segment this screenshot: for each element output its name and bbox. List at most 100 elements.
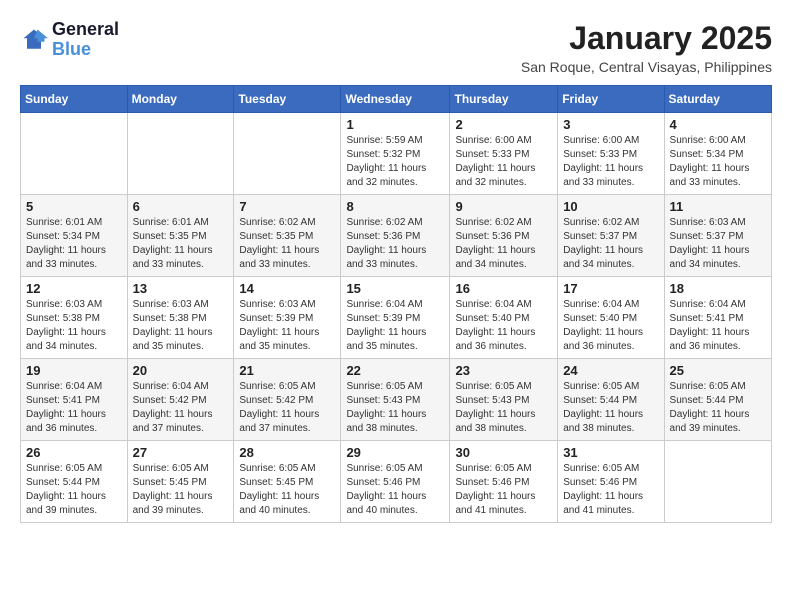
day-number: 19 [26, 363, 122, 378]
day-number: 30 [455, 445, 552, 460]
day-number: 17 [563, 281, 658, 296]
day-info: Sunrise: 6:04 AM Sunset: 5:40 PM Dayligh… [455, 298, 552, 354]
day-number: 21 [239, 363, 335, 378]
day-info: Sunrise: 6:00 AM Sunset: 5:33 PM Dayligh… [563, 134, 658, 190]
day-number: 7 [239, 199, 335, 214]
week-row-3: 12Sunrise: 6:03 AM Sunset: 5:38 PM Dayli… [21, 277, 772, 359]
day-info: Sunrise: 6:01 AM Sunset: 5:34 PM Dayligh… [26, 216, 122, 272]
day-info: Sunrise: 6:03 AM Sunset: 5:38 PM Dayligh… [133, 298, 229, 354]
day-number: 4 [670, 117, 766, 132]
day-number: 27 [133, 445, 229, 460]
day-number: 8 [346, 199, 444, 214]
day-cell: 21 Sunrise: 6:05 AM Sunset: 5:42 PM Dayli… [234, 359, 341, 441]
day-cell: 19 Sunrise: 6:04 AM Sunset: 5:41 PM Dayli… [21, 359, 128, 441]
day-number: 25 [670, 363, 766, 378]
day-cell: 27 Sunrise: 6:05 AM Sunset: 5:45 PM Dayli… [127, 441, 234, 523]
logo-text: General Blue [52, 20, 119, 60]
calendar-body: 1 Sunrise: 5:59 AM Sunset: 5:32 PM Daylig… [21, 113, 772, 523]
day-info: Sunrise: 6:05 AM Sunset: 5:44 PM Dayligh… [670, 380, 766, 436]
week-row-4: 19 Sunrise: 6:04 AM Sunset: 5:41 PM Dayli… [21, 359, 772, 441]
day-info: Sunrise: 6:05 AM Sunset: 5:45 PM Dayligh… [133, 462, 229, 518]
day-info: Sunrise: 6:02 AM Sunset: 5:36 PM Dayligh… [455, 216, 552, 272]
day-info: Sunrise: 6:01 AM Sunset: 5:35 PM Dayligh… [133, 216, 229, 272]
day-number: 16 [455, 281, 552, 296]
weekday-header-wednesday: Wednesday [341, 86, 450, 113]
day-number: 10 [563, 199, 658, 214]
day-info: Sunrise: 6:03 AM Sunset: 5:37 PM Dayligh… [670, 216, 766, 272]
day-info: Sunrise: 6:02 AM Sunset: 5:36 PM Dayligh… [346, 216, 444, 272]
day-info: Sunrise: 6:05 AM Sunset: 5:44 PM Dayligh… [26, 462, 122, 518]
weekday-header-row: SundayMondayTuesdayWednesdayThursdayFrid… [21, 86, 772, 113]
logo-line2: Blue [52, 40, 119, 60]
day-cell: 10 Sunrise: 6:02 AM Sunset: 5:37 PM Dayli… [558, 195, 664, 277]
calendar: SundayMondayTuesdayWednesdayThursdayFrid… [20, 85, 772, 523]
day-info: Sunrise: 6:04 AM Sunset: 5:39 PM Dayligh… [346, 298, 444, 354]
calendar-header: SundayMondayTuesdayWednesdayThursdayFrid… [21, 86, 772, 113]
logo-icon [20, 26, 48, 54]
day-cell: 26 Sunrise: 6:05 AM Sunset: 5:44 PM Dayli… [21, 441, 128, 523]
day-number: 26 [26, 445, 122, 460]
day-cell: 9 Sunrise: 6:02 AM Sunset: 5:36 PM Daylig… [450, 195, 558, 277]
day-cell: 4 Sunrise: 6:00 AM Sunset: 5:34 PM Daylig… [664, 113, 771, 195]
day-number: 18 [670, 281, 766, 296]
day-info: Sunrise: 6:05 AM Sunset: 5:42 PM Dayligh… [239, 380, 335, 436]
day-number: 9 [455, 199, 552, 214]
day-cell: 12Sunrise: 6:03 AM Sunset: 5:38 PM Dayli… [21, 277, 128, 359]
day-cell: 7 Sunrise: 6:02 AM Sunset: 5:35 PM Daylig… [234, 195, 341, 277]
day-cell [127, 113, 234, 195]
day-info: Sunrise: 6:05 AM Sunset: 5:43 PM Dayligh… [346, 380, 444, 436]
day-info: Sunrise: 6:05 AM Sunset: 5:46 PM Dayligh… [563, 462, 658, 518]
day-cell: 8 Sunrise: 6:02 AM Sunset: 5:36 PM Daylig… [341, 195, 450, 277]
day-cell: 29Sunrise: 6:05 AM Sunset: 5:46 PM Dayli… [341, 441, 450, 523]
day-info: Sunrise: 6:04 AM Sunset: 5:41 PM Dayligh… [26, 380, 122, 436]
day-info: Sunrise: 5:59 AM Sunset: 5:32 PM Dayligh… [346, 134, 444, 190]
day-number: 11 [670, 199, 766, 214]
day-info: Sunrise: 6:00 AM Sunset: 5:33 PM Dayligh… [455, 134, 552, 190]
day-info: Sunrise: 6:02 AM Sunset: 5:35 PM Dayligh… [239, 216, 335, 272]
day-info: Sunrise: 6:04 AM Sunset: 5:42 PM Dayligh… [133, 380, 229, 436]
weekday-header-thursday: Thursday [450, 86, 558, 113]
logo-line1: General [52, 20, 119, 40]
day-cell: 25 Sunrise: 6:05 AM Sunset: 5:44 PM Dayli… [664, 359, 771, 441]
day-info: Sunrise: 6:05 AM Sunset: 5:46 PM Dayligh… [455, 462, 552, 518]
day-info: Sunrise: 6:00 AM Sunset: 5:34 PM Dayligh… [670, 134, 766, 190]
day-number: 28 [239, 445, 335, 460]
day-number: 5 [26, 199, 122, 214]
day-number: 1 [346, 117, 444, 132]
day-number: 20 [133, 363, 229, 378]
week-row-2: 5 Sunrise: 6:01 AM Sunset: 5:34 PM Daylig… [21, 195, 772, 277]
day-number: 15 [346, 281, 444, 296]
day-cell [234, 113, 341, 195]
day-cell: 5 Sunrise: 6:01 AM Sunset: 5:34 PM Daylig… [21, 195, 128, 277]
day-cell [21, 113, 128, 195]
day-cell: 18 Sunrise: 6:04 AM Sunset: 5:41 PM Dayli… [664, 277, 771, 359]
weekday-header-sunday: Sunday [21, 86, 128, 113]
day-number: 31 [563, 445, 658, 460]
day-info: Sunrise: 6:02 AM Sunset: 5:37 PM Dayligh… [563, 216, 658, 272]
day-info: Sunrise: 6:05 AM Sunset: 5:46 PM Dayligh… [346, 462, 444, 518]
day-cell [664, 441, 771, 523]
day-number: 6 [133, 199, 229, 214]
weekday-header-friday: Friday [558, 86, 664, 113]
day-number: 3 [563, 117, 658, 132]
logo: General Blue [20, 20, 119, 60]
day-cell: 24Sunrise: 6:05 AM Sunset: 5:44 PM Dayli… [558, 359, 664, 441]
page: General Blue January 2025 San Roque, Cen… [0, 0, 792, 612]
day-info: Sunrise: 6:05 AM Sunset: 5:45 PM Dayligh… [239, 462, 335, 518]
weekday-header-monday: Monday [127, 86, 234, 113]
day-cell: 20 Sunrise: 6:04 AM Sunset: 5:42 PM Dayli… [127, 359, 234, 441]
day-info: Sunrise: 6:05 AM Sunset: 5:43 PM Dayligh… [455, 380, 552, 436]
day-cell: 2 Sunrise: 6:00 AM Sunset: 5:33 PM Daylig… [450, 113, 558, 195]
day-info: Sunrise: 6:04 AM Sunset: 5:41 PM Dayligh… [670, 298, 766, 354]
day-number: 2 [455, 117, 552, 132]
weekday-header-tuesday: Tuesday [234, 86, 341, 113]
day-cell: 31 Sunrise: 6:05 AM Sunset: 5:46 PM Dayli… [558, 441, 664, 523]
day-info: Sunrise: 6:05 AM Sunset: 5:44 PM Dayligh… [563, 380, 658, 436]
month-title: January 2025 [521, 20, 772, 57]
day-cell: 6 Sunrise: 6:01 AM Sunset: 5:35 PM Daylig… [127, 195, 234, 277]
day-cell: 23Sunrise: 6:05 AM Sunset: 5:43 PM Dayli… [450, 359, 558, 441]
day-number: 14 [239, 281, 335, 296]
day-cell: 16 Sunrise: 6:04 AM Sunset: 5:40 PM Dayli… [450, 277, 558, 359]
day-cell: 11 Sunrise: 6:03 AM Sunset: 5:37 PM Dayli… [664, 195, 771, 277]
title-block: January 2025 San Roque, Central Visayas,… [521, 20, 772, 75]
